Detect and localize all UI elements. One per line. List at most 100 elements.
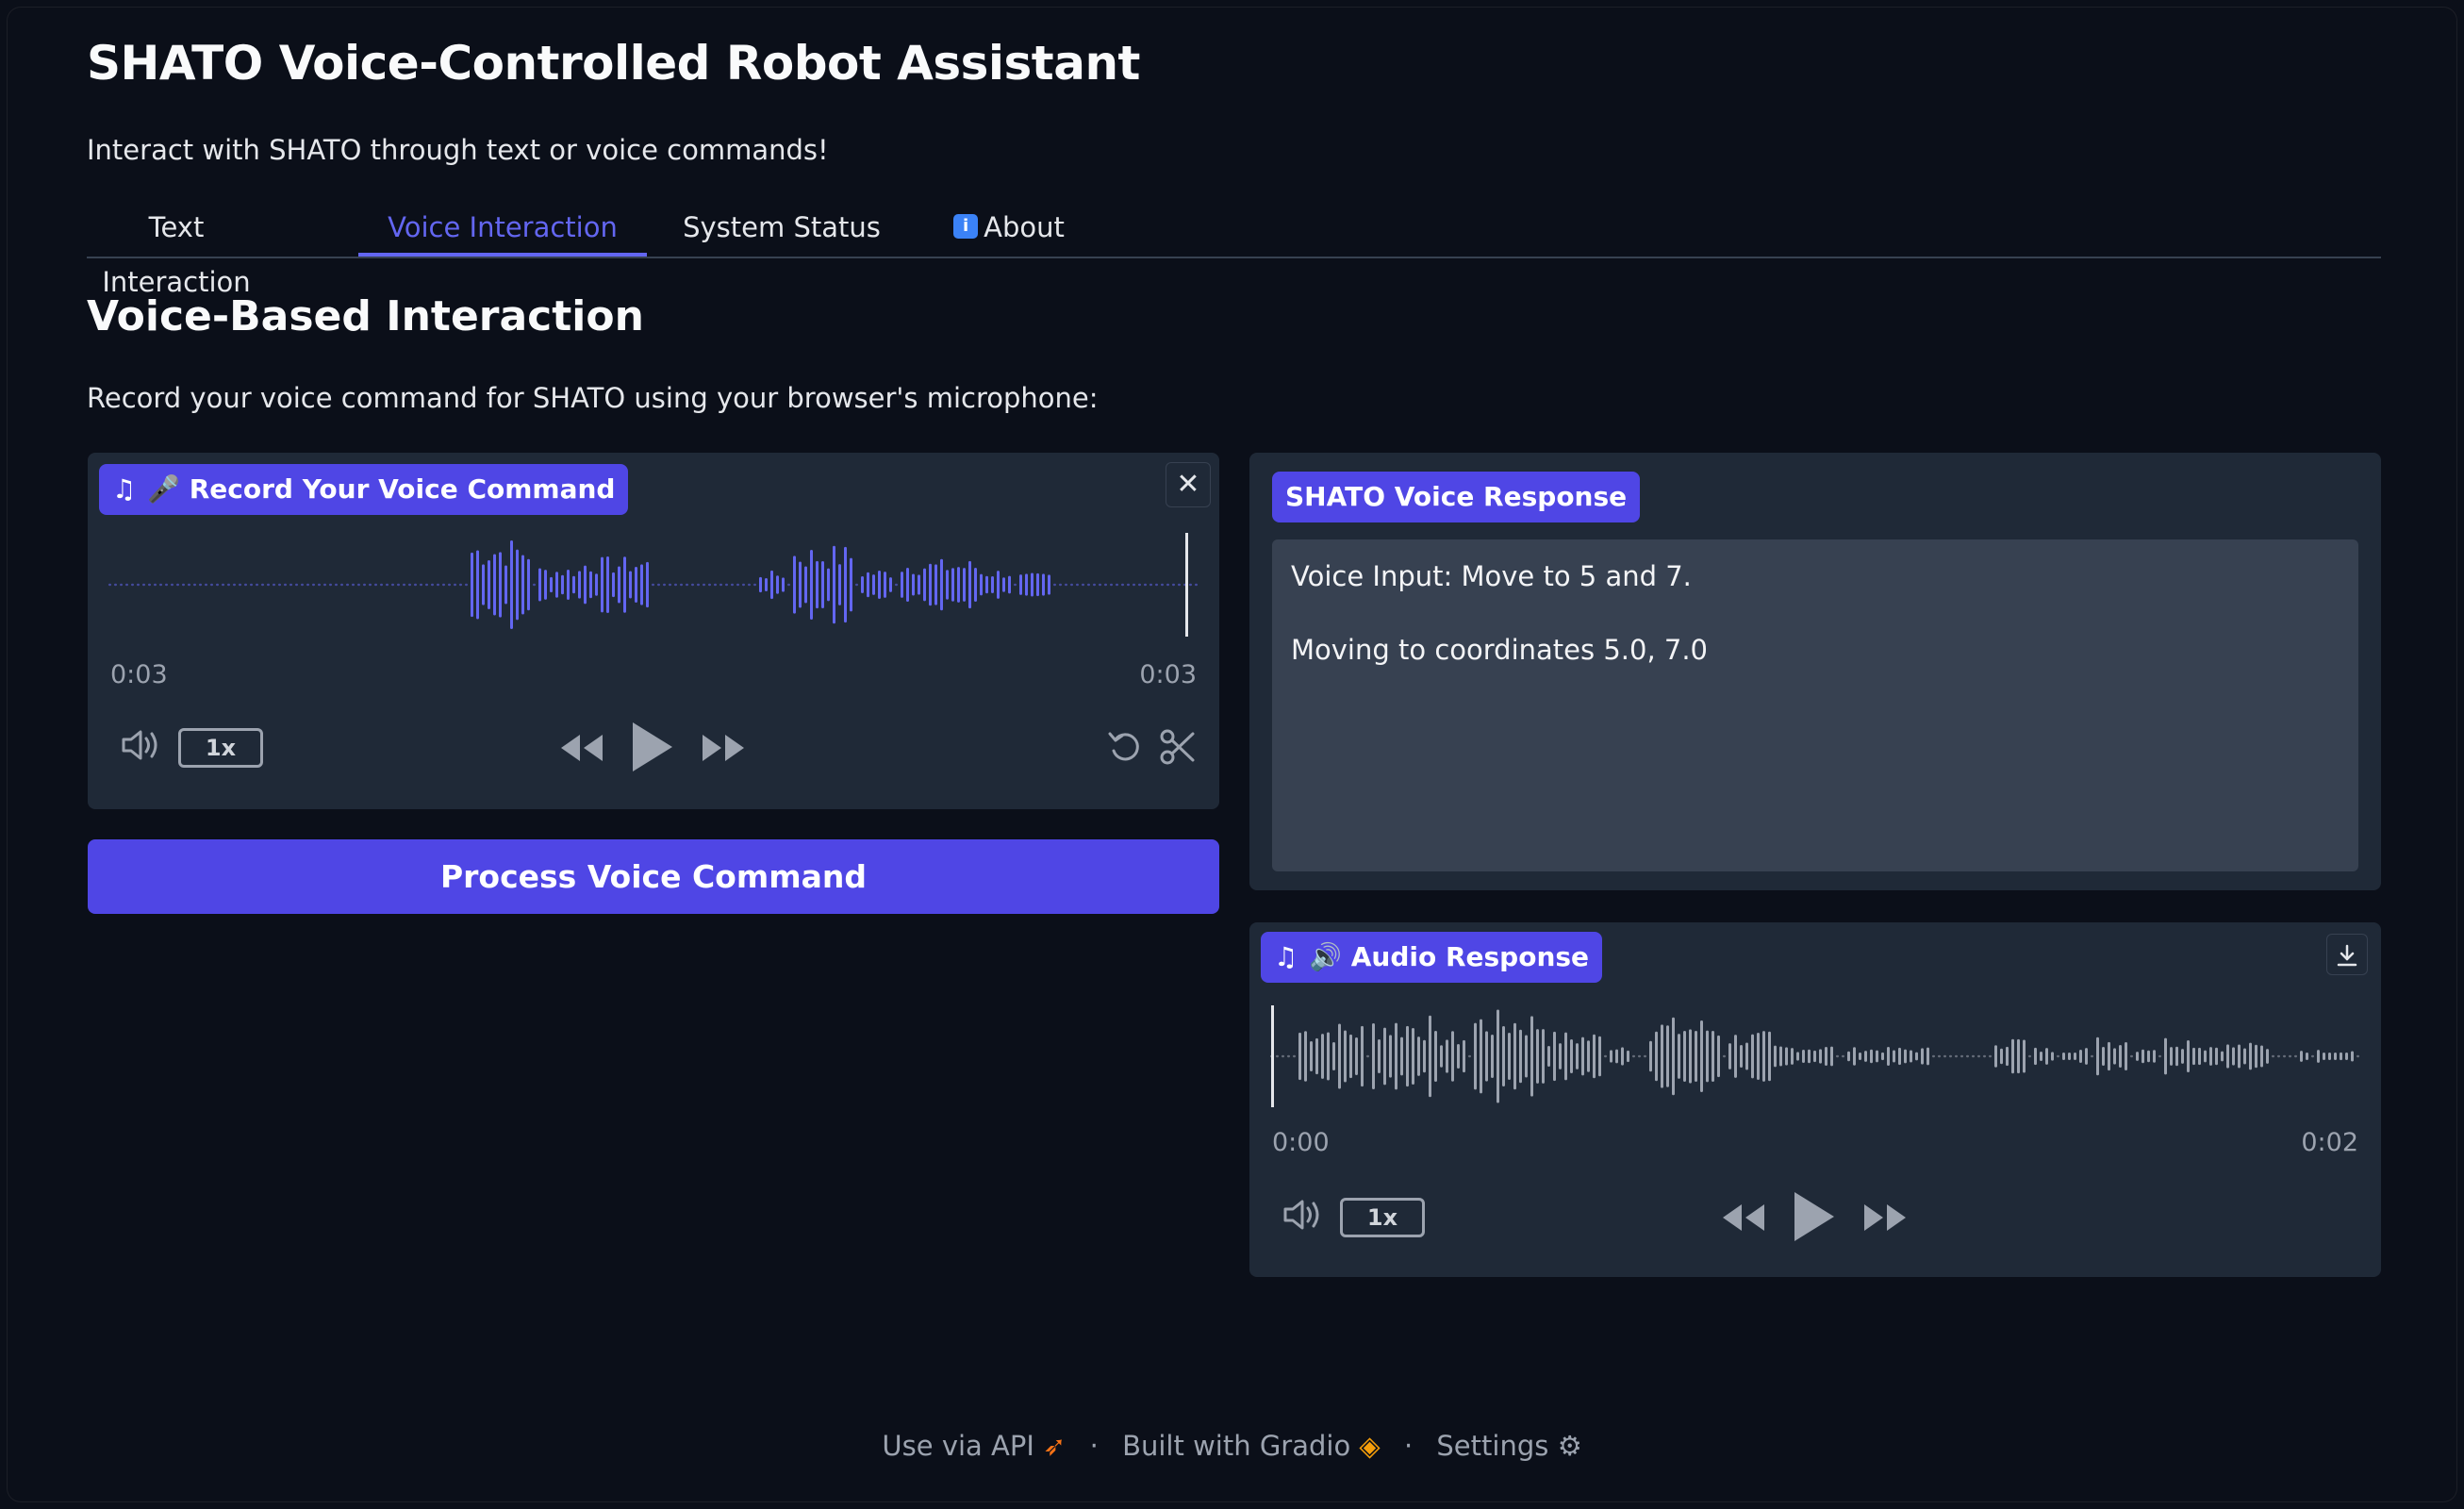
recording-waveform[interactable]: [107, 533, 1200, 637]
waveform-bar: [1813, 1050, 1816, 1063]
play-icon[interactable]: [629, 721, 674, 773]
play-icon[interactable]: [1791, 1190, 1836, 1243]
waveform-bar: [1672, 1017, 1675, 1096]
waveform-bar: [850, 557, 852, 612]
response-waveform[interactable]: [1268, 1005, 2362, 1107]
tab-text-interaction[interactable]: Text Interaction: [87, 200, 266, 298]
waveform-bar: [697, 583, 700, 587]
waveform-bar: [1019, 574, 1022, 595]
waveform-bar: [1121, 583, 1124, 587]
waveform-bar: [629, 571, 632, 599]
waveform-bar: [1938, 1054, 1941, 1058]
waveform-bar: [793, 556, 796, 614]
rewind-icon[interactable]: [1721, 1201, 1766, 1235]
waveform-bar: [1774, 1045, 1777, 1068]
waveform-bar: [1002, 577, 1005, 592]
waveform-bar: [974, 567, 977, 603]
trim-scissors-icon[interactable]: [1159, 728, 1197, 766]
waveform-bar: [584, 565, 587, 605]
record-audio-panel: ♫ 🎤 Record Your Voice Command ✕ 0:03 0:03…: [88, 453, 1219, 809]
waveform-bar: [289, 583, 292, 587]
process-voice-command-button[interactable]: Process Voice Command: [88, 839, 1219, 914]
waveform-bar: [188, 583, 190, 587]
waveform-bar: [284, 583, 287, 587]
waveform-bar: [2283, 1054, 2286, 1058]
waveform-bar: [2074, 1053, 2076, 1060]
waveform-bar: [2221, 1051, 2224, 1062]
waveform-bar: [2357, 1054, 2359, 1058]
waveform-bar: [923, 568, 926, 602]
waveform-bar: [1400, 1036, 1403, 1076]
waveform-bar: [154, 583, 157, 587]
undo-icon[interactable]: [1106, 728, 1144, 766]
waveform-bar: [2215, 1047, 2218, 1066]
volume-icon[interactable]: [1282, 1196, 1325, 1234]
waveform-bar: [2119, 1045, 2122, 1068]
waveform-bar: [884, 572, 886, 598]
waveform-bar: [2209, 1047, 2212, 1066]
waveform-bar: [250, 583, 253, 587]
waveform-bar: [1053, 583, 1056, 587]
waveform-bar: [1570, 1038, 1573, 1074]
waveform-bar: [1372, 1023, 1375, 1089]
waveform-bar: [1378, 1039, 1381, 1073]
waveform-bar: [1189, 583, 1192, 587]
waveform-bar: [1327, 1032, 1330, 1081]
waveform-bar: [759, 576, 762, 593]
waveform-bar: [703, 583, 705, 587]
waveform-bar: [1717, 1035, 1720, 1078]
volume-icon[interactable]: [120, 726, 163, 764]
tab-system-status[interactable]: System Status: [672, 200, 891, 255]
waveform-bar: [2108, 1041, 2110, 1071]
waveform-bar: [1666, 1025, 1669, 1087]
waveform-bar: [2204, 1050, 2207, 1063]
waveform-bar: [1910, 1050, 1912, 1063]
waveform-bar: [1876, 1050, 1878, 1063]
built-with-gradio-link[interactable]: Built with Gradio ◈: [1122, 1430, 1381, 1462]
waveform-bar: [1819, 1049, 1822, 1064]
music-note-icon: ♫: [1274, 941, 1298, 972]
clear-recording-button[interactable]: ✕: [1166, 462, 1211, 507]
waveform-bar: [2091, 1054, 2093, 1058]
waveform-bar: [1065, 583, 1067, 587]
tab-label: Voice Interaction: [388, 211, 618, 243]
tab-voice-interaction[interactable]: Voice Interaction: [358, 200, 647, 257]
download-button[interactable]: [2326, 934, 2368, 975]
rewind-icon[interactable]: [559, 731, 604, 765]
waveform-bar: [1615, 1049, 1618, 1064]
waveform-bar: [267, 583, 270, 587]
waveform-bar: [1955, 1054, 1958, 1058]
settings-link[interactable]: Settings ⚙: [1436, 1430, 1581, 1462]
waveform-bar: [1161, 583, 1164, 587]
waveform-bar: [725, 583, 728, 587]
waveform-bar: [640, 564, 643, 605]
waveform-bar: [352, 583, 355, 587]
tab-about[interactable]: i About: [926, 200, 1092, 255]
waveform-bar: [2187, 1039, 2190, 1073]
waveform-bar: [1508, 1032, 1511, 1081]
waveform-bar: [527, 558, 530, 611]
use-via-api-link[interactable]: Use via API ➶: [882, 1430, 1066, 1462]
waveform-bar: [233, 583, 236, 587]
waveform-bar: [878, 570, 881, 600]
playback-rate-button[interactable]: 1x: [178, 728, 263, 768]
fast-forward-icon[interactable]: [701, 731, 746, 765]
waveform-bar: [2289, 1054, 2291, 1058]
footer-separator: ·: [1403, 1430, 1414, 1462]
playback-rate-button[interactable]: 1x: [1340, 1198, 1425, 1237]
response-line: Voice Input: Move to 5 and 7.: [1291, 560, 1692, 592]
playhead-cursor: [1271, 1005, 1274, 1107]
waveform-bar: [1712, 1030, 1714, 1083]
waveform-bar: [674, 583, 677, 587]
waveform-bar: [748, 583, 751, 587]
waveform-bar: [340, 583, 343, 587]
waveform-bar: [1480, 1019, 1482, 1094]
waveform-bar: [2113, 1048, 2116, 1065]
voice-response-textbox[interactable]: Voice Input: Move to 5 and 7. Moving to …: [1272, 539, 2358, 871]
fast-forward-icon[interactable]: [1862, 1201, 1908, 1235]
waveform-bar: [1087, 583, 1090, 587]
waveform-bar: [1361, 1025, 1364, 1087]
waveform-bar: [2102, 1046, 2105, 1067]
waveform-bar: [1423, 1039, 1426, 1073]
waveform-bar: [510, 540, 513, 629]
